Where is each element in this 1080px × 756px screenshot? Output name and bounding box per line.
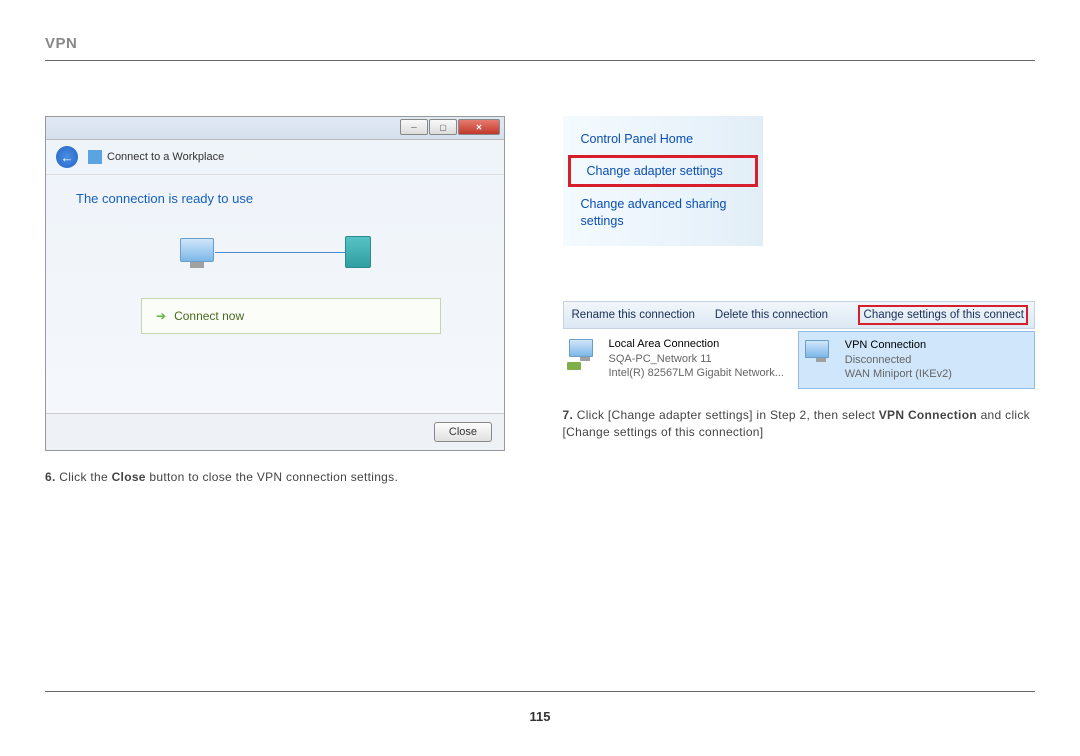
dialog-breadcrumb-row: ← Connect to a Workplace	[46, 140, 504, 175]
caption-number: 7.	[563, 408, 574, 422]
connections-list: Local Area Connection SQA-PC_Network 11 …	[563, 331, 1036, 390]
step-6-caption: 6. Click the Close button to close the V…	[45, 469, 518, 486]
connect-now-label: Connect now	[174, 309, 244, 323]
arrow-right-icon: ➔	[156, 309, 166, 323]
change-settings-link[interactable]: Change settings of this connect	[860, 307, 1026, 323]
caption-bold: Close	[112, 470, 146, 484]
workplace-icon	[88, 150, 102, 164]
delete-connection-link[interactable]: Delete this connection	[715, 309, 828, 321]
control-panel-sidebar: Control Panel Home Change adapter settin…	[563, 116, 763, 246]
connection-graphic	[76, 236, 474, 268]
connection-status: Disconnected	[845, 353, 952, 368]
vpn-dialog: ─ ▢ ✕ ← Connect to a Workplace The conne…	[45, 116, 505, 451]
step-7-caption: 7. Click [Change adapter settings] in St…	[563, 407, 1036, 441]
connection-line-icon	[215, 252, 345, 253]
caption-bold: VPN Connection	[879, 408, 977, 422]
maximize-button[interactable]: ▢	[429, 119, 457, 135]
connection-title: VPN Connection	[845, 338, 952, 353]
caption-text: Click the	[56, 470, 112, 484]
close-icon[interactable]: ✕	[458, 119, 500, 135]
page-title: VPN	[45, 35, 1035, 52]
caption-text: Click [Change adapter settings] in Step …	[573, 408, 879, 422]
connection-device: Intel(R) 82567LM Gigabit Network...	[609, 366, 784, 381]
connect-now-button[interactable]: ➔ Connect now	[141, 298, 441, 334]
close-button[interactable]: Close	[434, 422, 492, 442]
caption-text: button to close the VPN connection setti…	[146, 470, 398, 484]
connection-item-vpn[interactable]: VPN Connection Disconnected WAN Miniport…	[798, 331, 1035, 390]
server-icon	[345, 236, 371, 268]
footer-divider	[45, 691, 1035, 692]
network-adapter-icon	[805, 340, 837, 368]
connection-subtitle: SQA-PC_Network 11	[609, 352, 784, 367]
caption-number: 6.	[45, 470, 56, 484]
sidebar-item-adapter-settings[interactable]: Change adapter settings	[569, 156, 757, 186]
rename-connection-link[interactable]: Rename this connection	[572, 309, 695, 321]
sidebar-item-sharing-settings[interactable]: Change advanced sharing settings	[563, 192, 763, 234]
connection-title: Local Area Connection	[609, 337, 784, 352]
ready-status-text: The connection is ready to use	[76, 191, 474, 206]
back-arrow-icon[interactable]: ←	[56, 146, 78, 168]
network-adapter-icon	[569, 339, 601, 367]
connection-device: WAN Miniport (IKEv2)	[845, 367, 952, 382]
client-pc-icon	[179, 238, 215, 266]
page-number: 115	[0, 709, 1080, 724]
dialog-footer: Close	[46, 413, 504, 450]
dialog-titlebar: ─ ▢ ✕	[46, 117, 504, 140]
header-divider	[45, 60, 1035, 61]
minimize-button[interactable]: ─	[400, 119, 428, 135]
connection-item-local[interactable]: Local Area Connection SQA-PC_Network 11 …	[563, 331, 798, 390]
dialog-breadcrumb: Connect to a Workplace	[107, 151, 224, 163]
sidebar-item-home[interactable]: Control Panel Home	[563, 128, 763, 150]
connection-toolbar: Rename this connection Delete this conne…	[563, 301, 1036, 329]
